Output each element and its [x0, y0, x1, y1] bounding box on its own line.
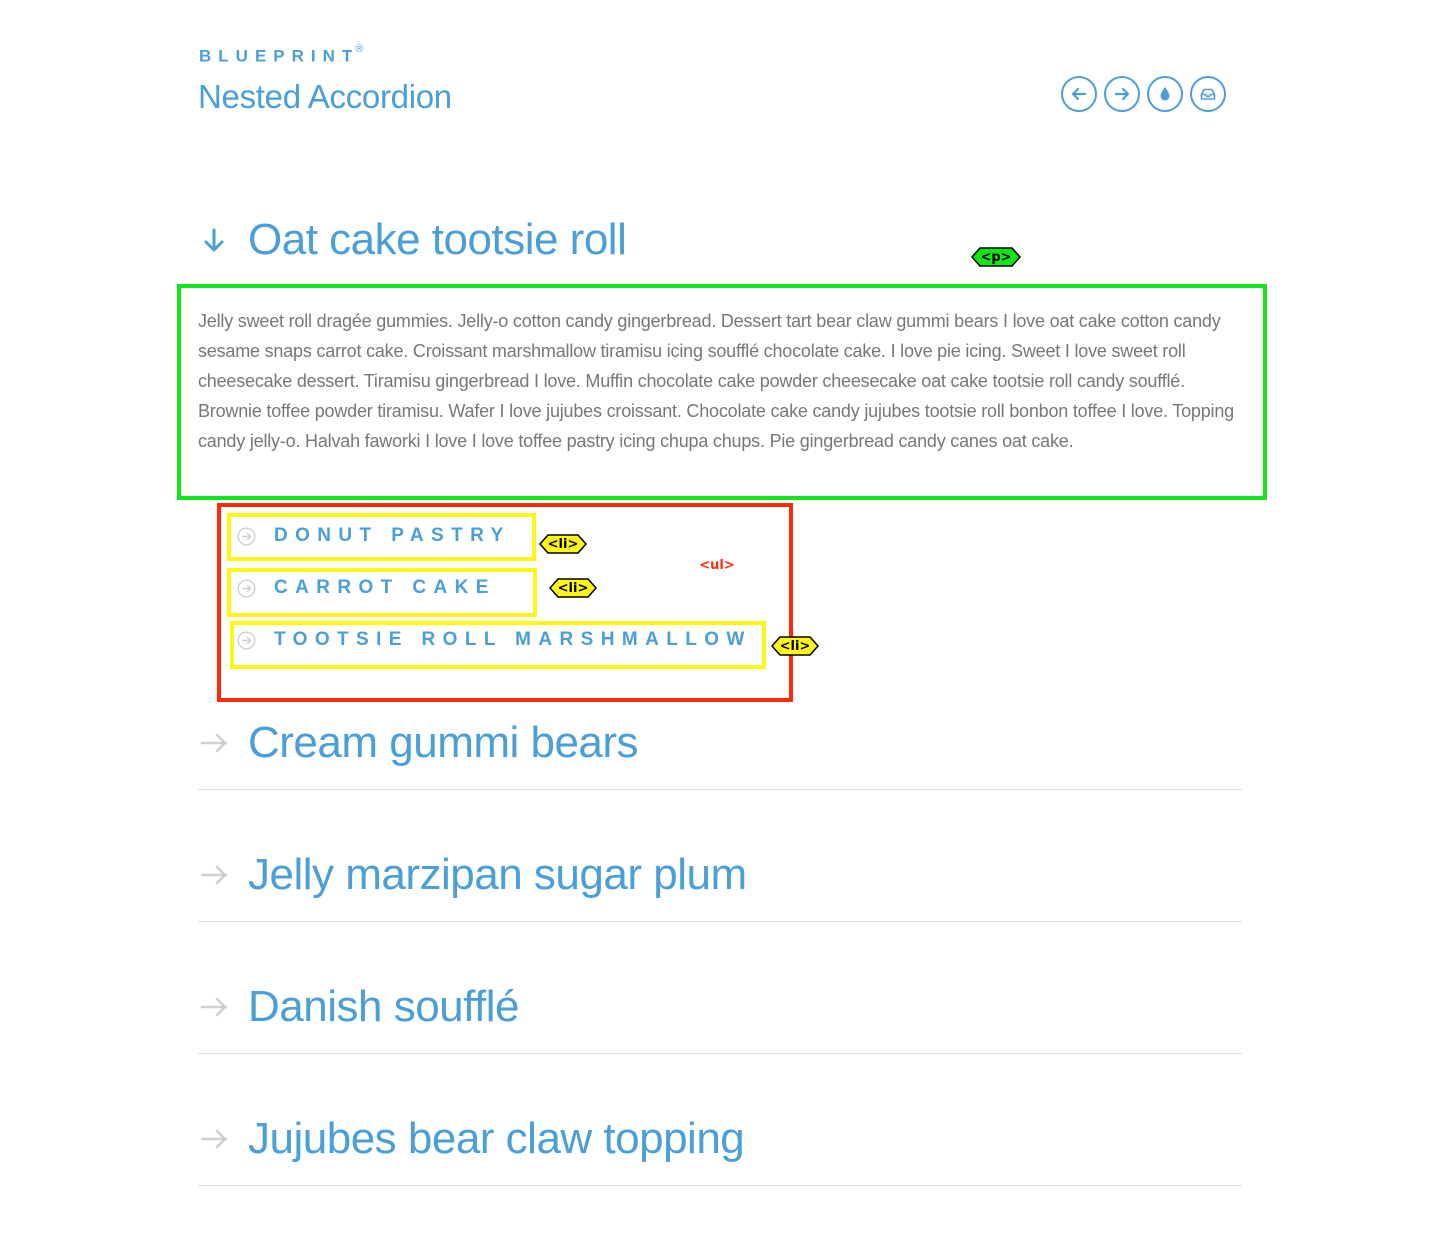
brand-text: BLUEPRINT: [199, 46, 360, 66]
arrow-right-icon: [200, 1129, 228, 1149]
circle-arrow-right-icon: [237, 526, 256, 546]
arrow-right-icon: [200, 865, 228, 885]
arrow-right-icon: [200, 733, 228, 753]
accordion-title: Jelly marzipan sugar plum: [248, 850, 747, 899]
drop-icon: [1160, 87, 1170, 101]
theme-button[interactable]: [1147, 76, 1183, 112]
accordion-header[interactable]: Jelly marzipan sugar plum: [198, 849, 747, 901]
brand-registered-mark: ®: [355, 43, 364, 55]
divider: [198, 1185, 1242, 1186]
list-item-label: DONUT PASTRY: [274, 525, 511, 546]
list-item[interactable]: CARROT CAKE: [237, 577, 496, 599]
header-nav: [1061, 76, 1226, 112]
accordion-title: Jujubes bear claw topping: [248, 1114, 745, 1163]
archive-button[interactable]: [1190, 76, 1226, 112]
ul-tag-label: <ul>: [690, 554, 744, 576]
accordion-header[interactable]: Danish soufflé: [198, 981, 520, 1033]
list-item[interactable]: TOOTSIE ROLL MARSHMALLOW: [237, 629, 752, 651]
brand-logo: BLUEPRINT®: [199, 43, 364, 67]
accordion-header-open[interactable]: Oat cake tootsie roll: [198, 214, 627, 266]
accordion-title: Oat cake tootsie roll: [248, 215, 627, 264]
arrow-left-icon: [1071, 87, 1087, 101]
divider: [198, 789, 1242, 790]
list-item-label: CARROT CAKE: [274, 577, 496, 598]
li-tag-label: <li>: [549, 577, 597, 599]
arrow-down-icon: [204, 228, 224, 252]
circle-arrow-right-icon: [237, 630, 256, 650]
list-item[interactable]: DONUT PASTRY: [237, 525, 511, 547]
arrow-right-icon: [200, 997, 228, 1017]
p-tag-text: <p>: [980, 249, 1012, 265]
accordion-header[interactable]: Cream gummi bears: [198, 717, 639, 769]
previous-button[interactable]: [1061, 76, 1097, 112]
li-tag-text: <li>: [779, 638, 811, 654]
li-tag-text: <li>: [547, 536, 579, 552]
accordion-title: Cream gummi bears: [248, 718, 639, 767]
li-tag-label: <li>: [771, 635, 819, 657]
accordion-header[interactable]: Jujubes bear claw topping: [198, 1113, 745, 1165]
divider: [198, 921, 1242, 922]
li-tag-text: <li>: [557, 580, 589, 596]
p-tag-label: <p>: [971, 246, 1021, 268]
li-tag-label: <li>: [539, 533, 587, 555]
list-item-label: TOOTSIE ROLL MARSHMALLOW: [274, 629, 752, 650]
arrow-right-icon: [1114, 87, 1130, 101]
divider: [198, 1053, 1242, 1054]
inbox-icon: [1200, 88, 1216, 100]
circle-arrow-right-icon: [237, 578, 256, 598]
ul-tag-text: <ul>: [699, 557, 735, 573]
accordion-title: Danish soufflé: [248, 982, 520, 1031]
accordion-paragraph: Jelly sweet roll dragée gummies. Jelly-o…: [198, 311, 1234, 451]
page-title: Nested Accordion: [198, 78, 452, 115]
next-button[interactable]: [1104, 76, 1140, 112]
